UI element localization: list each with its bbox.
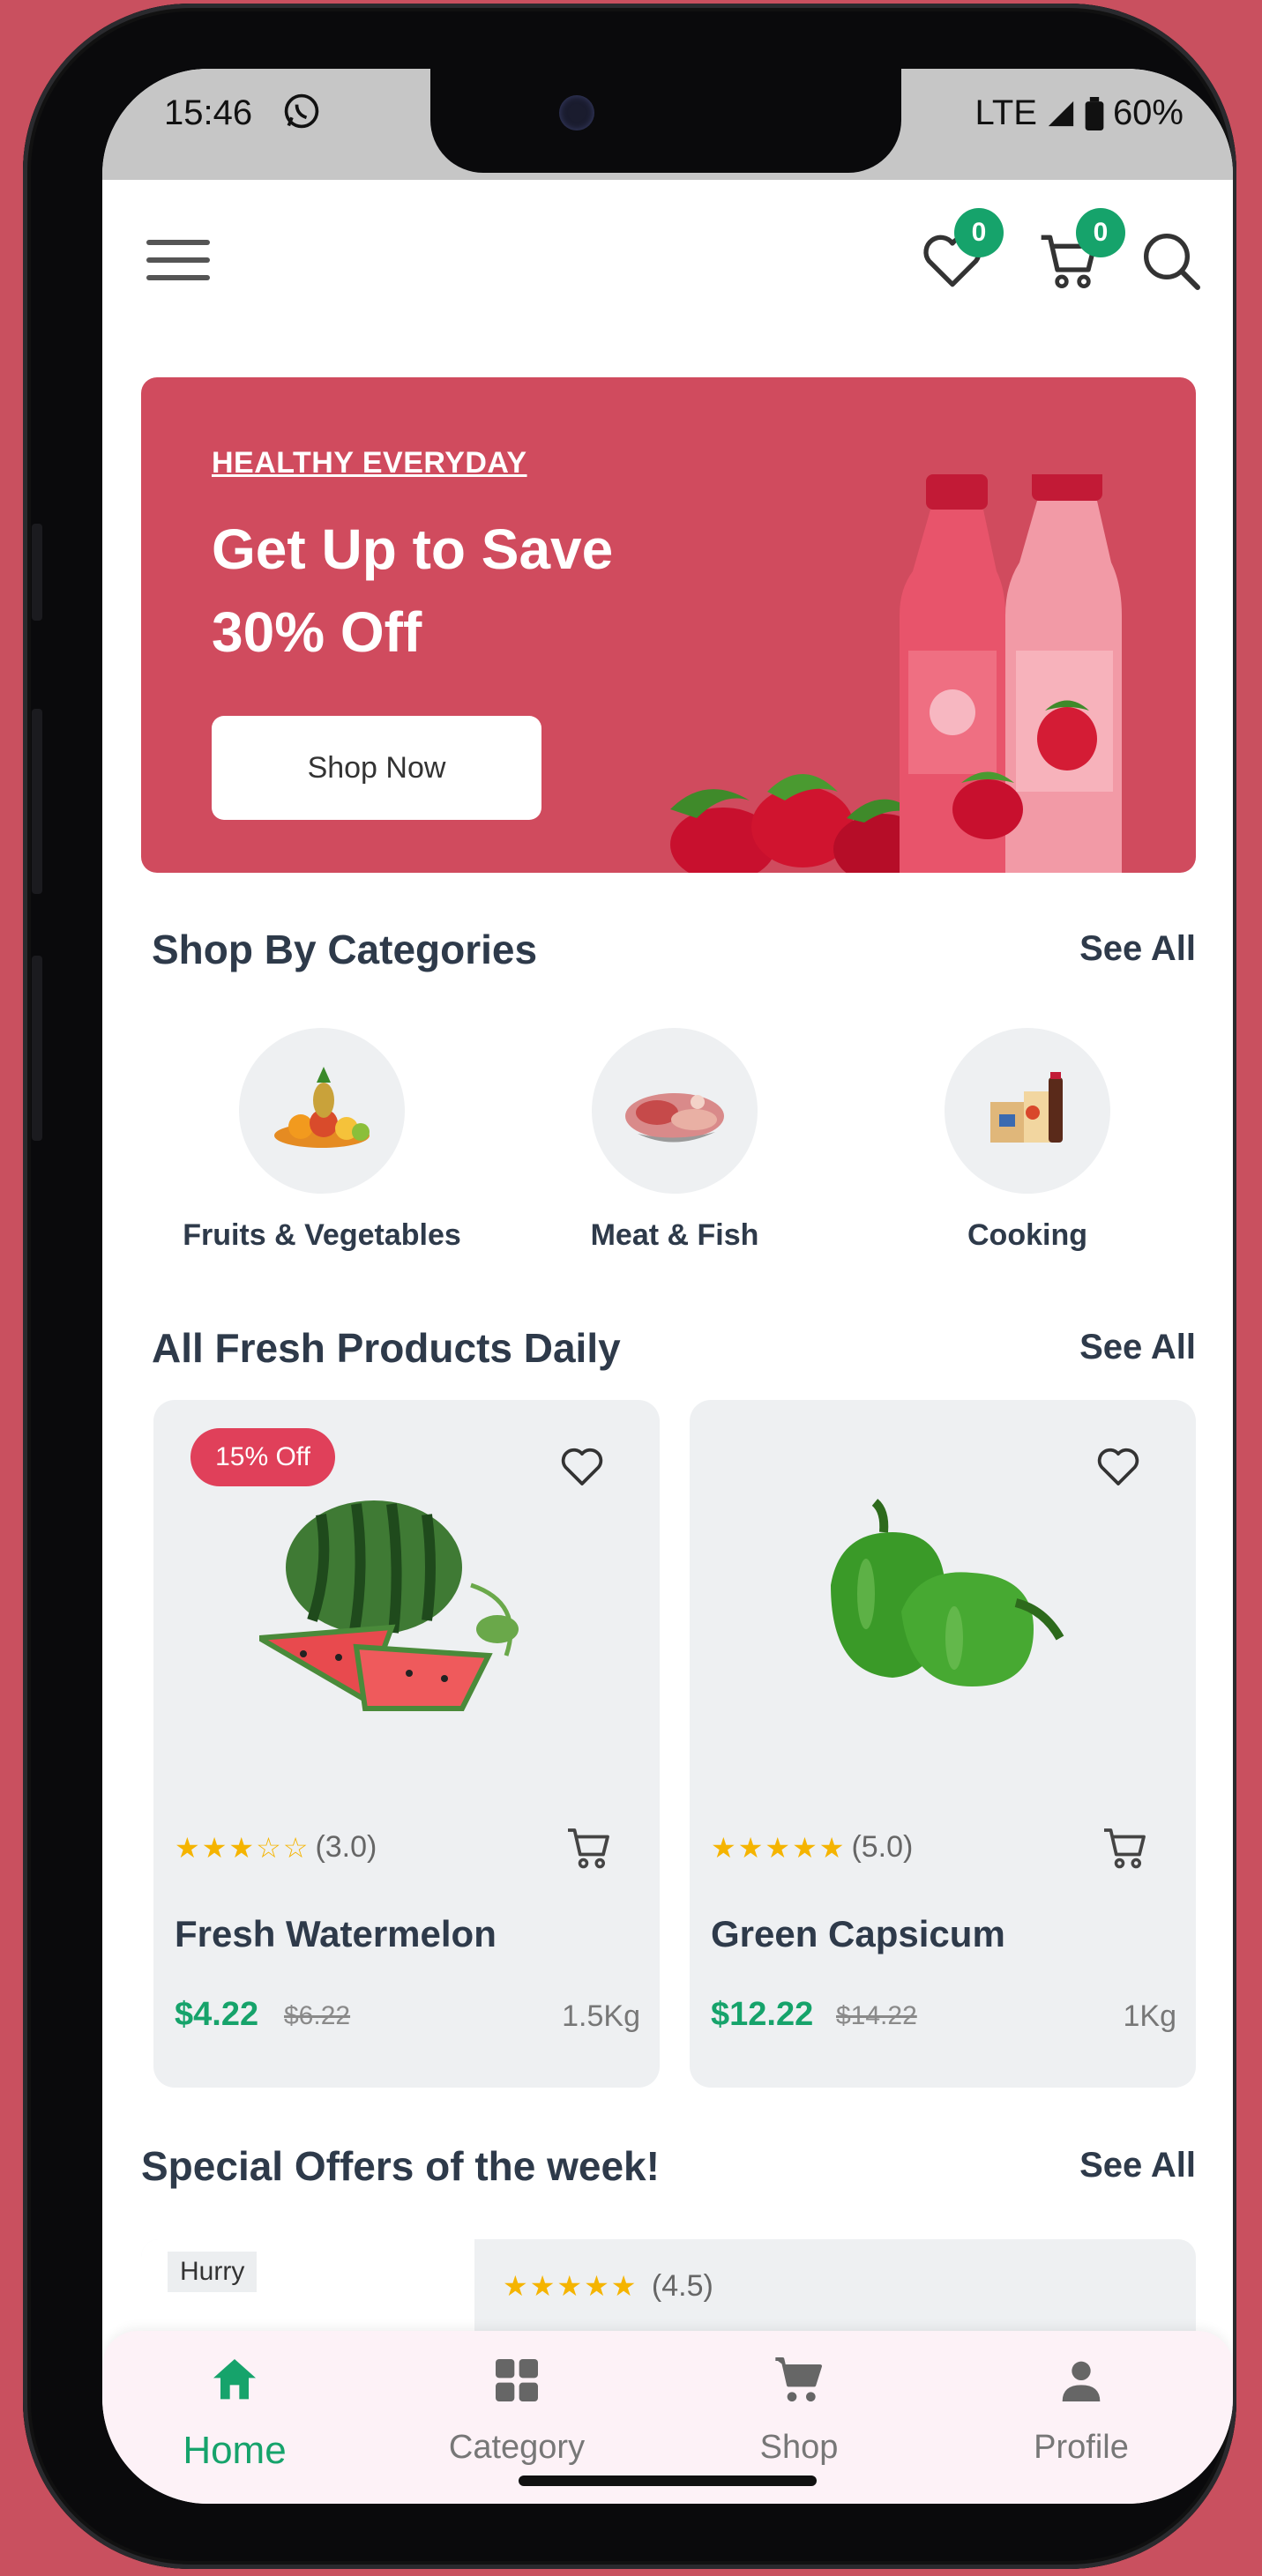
nav-label: Shop bbox=[759, 2429, 839, 2466]
camera bbox=[559, 95, 594, 130]
search-icon[interactable] bbox=[1136, 226, 1206, 296]
status-right: LTE 60% bbox=[975, 93, 1184, 133]
favorite-heart-icon[interactable] bbox=[556, 1441, 609, 1490]
nav-label: Home bbox=[183, 2429, 287, 2472]
product-old-price: $14.22 bbox=[836, 2001, 917, 2030]
app-screen: 15:46 LTE 60% 0 0 HEALTHY EVERYDAY Get U… bbox=[102, 69, 1233, 2504]
product-rating: ★★★★★ (5.0) bbox=[711, 1830, 913, 1865]
rating-value: (3.0) bbox=[315, 1830, 377, 1864]
discount-badge: 15% Off bbox=[190, 1428, 335, 1486]
offer-rating: ★★★★★ (4.5) bbox=[503, 2269, 713, 2304]
shop-now-button[interactable]: Shop Now bbox=[212, 716, 541, 820]
product-price: $12.22 bbox=[711, 1996, 814, 2033]
product-card-capsicum[interactable]: ★★★★★ (5.0) Green Capsicum $12.22 $14.22… bbox=[690, 1400, 1196, 2088]
product-weight: 1.5Kg bbox=[562, 1999, 640, 2033]
products-see-all-link[interactable]: See All bbox=[1079, 1328, 1196, 1367]
hurry-tag: Hurry bbox=[168, 2252, 258, 2292]
side-button bbox=[32, 956, 42, 1141]
category-cooking[interactable]: Cooking bbox=[882, 1028, 1173, 1253]
notch bbox=[430, 69, 901, 173]
nav-profile[interactable]: Profile bbox=[984, 2352, 1178, 2467]
status-time: 15:46 bbox=[164, 93, 253, 132]
categories-see-all-link[interactable]: See All bbox=[1079, 929, 1196, 969]
home-indicator[interactable] bbox=[519, 2475, 817, 2486]
category-label: Cooking bbox=[967, 1218, 1087, 1252]
product-rating: ★★★☆☆ (3.0) bbox=[175, 1830, 377, 1865]
meat-fish-icon bbox=[592, 1028, 758, 1194]
battery-label: 60% bbox=[1112, 93, 1184, 132]
phone-frame: 15:46 LTE 60% 0 0 HEALTHY EVERYDAY Get U… bbox=[23, 4, 1236, 2569]
cooking-icon bbox=[945, 1028, 1110, 1194]
rating-stars: ★★★★★ bbox=[711, 1831, 847, 1864]
product-name: Green Capsicum bbox=[711, 1913, 1005, 1954]
offers-title: Special Offers of the week! bbox=[141, 2143, 660, 2189]
volume-down-button bbox=[32, 709, 42, 894]
nav-label: Profile bbox=[1034, 2429, 1129, 2466]
product-name: Fresh Watermelon bbox=[175, 1913, 497, 1954]
home-icon bbox=[213, 2359, 256, 2400]
network-label: LTE bbox=[975, 93, 1037, 132]
watermelon-image bbox=[259, 1500, 519, 1711]
product-card-watermelon[interactable]: 15% Off ★★★☆☆ (3.0) Fresh Watermelon $4.… bbox=[153, 1400, 660, 2088]
product-price: $4.22 bbox=[175, 1996, 259, 2033]
offers-see-all-link[interactable]: See All bbox=[1079, 2146, 1196, 2185]
cart-badge: 0 bbox=[1076, 208, 1125, 257]
products-title: All Fresh Products Daily bbox=[152, 1325, 621, 1371]
product-old-price: $6.22 bbox=[284, 2001, 351, 2030]
wishlist-badge: 0 bbox=[954, 208, 1004, 257]
nav-category[interactable]: Category bbox=[420, 2352, 614, 2467]
add-to-cart-icon[interactable] bbox=[1099, 1821, 1154, 1874]
volume-up-button bbox=[32, 524, 42, 621]
nav-label: Category bbox=[448, 2429, 586, 2466]
hamburger-menu-icon[interactable] bbox=[146, 240, 210, 286]
nav-shop[interactable]: Shop bbox=[702, 2352, 896, 2467]
whatsapp-icon bbox=[284, 93, 319, 129]
add-to-cart-icon[interactable] bbox=[563, 1821, 617, 1874]
rating-stars: ★★★★★ bbox=[503, 2270, 638, 2302]
category-label: Fruits & Vegetables bbox=[183, 1218, 461, 1252]
category-meat-fish[interactable]: Meat & Fish bbox=[529, 1028, 820, 1253]
fruits-vegetables-icon bbox=[239, 1028, 405, 1194]
capsicum-image bbox=[831, 1499, 1064, 1686]
banner-tag: HEALTHY EVERYDAY bbox=[212, 446, 527, 480]
battery-icon bbox=[1085, 96, 1104, 130]
favorite-heart-icon[interactable] bbox=[1092, 1441, 1145, 1490]
nav-home[interactable]: Home bbox=[138, 2352, 332, 2473]
categories-title: Shop By Categories bbox=[152, 927, 538, 972]
signal-icon bbox=[1048, 101, 1074, 126]
category-fruits-vegetables[interactable]: Fruits & Vegetables bbox=[176, 1028, 467, 1253]
rating-stars: ★★★☆☆ bbox=[175, 1831, 310, 1864]
juice-bottles-image bbox=[670, 474, 1122, 873]
cart-icon bbox=[775, 2357, 822, 2401]
grid-icon bbox=[496, 2359, 538, 2401]
product-weight: 1Kg bbox=[1123, 1999, 1177, 2033]
person-icon bbox=[1062, 2361, 1101, 2401]
category-label: Meat & Fish bbox=[590, 1218, 759, 1252]
promo-banner[interactable]: HEALTHY EVERYDAY Get Up to Save 30% Off … bbox=[141, 377, 1196, 873]
rating-value: (5.0) bbox=[851, 1830, 914, 1864]
rating-value: (4.5) bbox=[651, 2269, 713, 2303]
